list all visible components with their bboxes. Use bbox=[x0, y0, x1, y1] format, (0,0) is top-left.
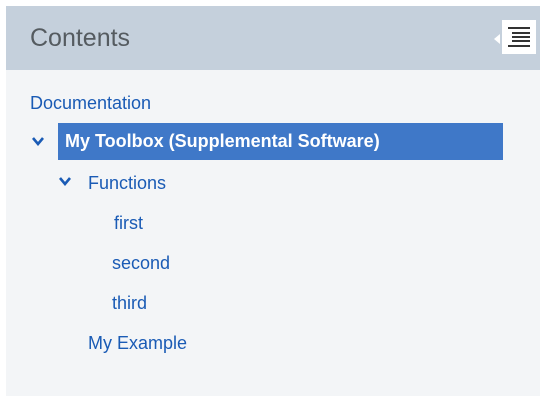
panel-header: Contents bbox=[6, 6, 540, 70]
tree-item-toolbox[interactable]: My Toolbox (Supplemental Software) bbox=[58, 123, 503, 160]
chevron-down-icon[interactable] bbox=[59, 177, 71, 186]
tree-item-functions[interactable]: Functions bbox=[88, 173, 166, 194]
tree-item-toolbox-label: My Toolbox (Supplemental Software) bbox=[65, 131, 380, 151]
chevron-down-icon[interactable] bbox=[32, 137, 44, 146]
tree-item-documentation[interactable]: Documentation bbox=[30, 93, 151, 114]
collapse-arrow-icon bbox=[494, 34, 500, 44]
tree-item-first[interactable]: first bbox=[114, 213, 143, 234]
tree-item-third[interactable]: third bbox=[112, 293, 147, 314]
panel-title: Contents bbox=[30, 24, 131, 52]
tree-item-second[interactable]: second bbox=[112, 253, 170, 274]
tree-item-my-example[interactable]: My Example bbox=[88, 333, 187, 354]
collapse-panel-button[interactable] bbox=[494, 20, 538, 56]
contents-panel: Contents Documentation My Toolbox (Suppl… bbox=[6, 6, 540, 396]
toc-collapse-icon bbox=[502, 20, 536, 54]
